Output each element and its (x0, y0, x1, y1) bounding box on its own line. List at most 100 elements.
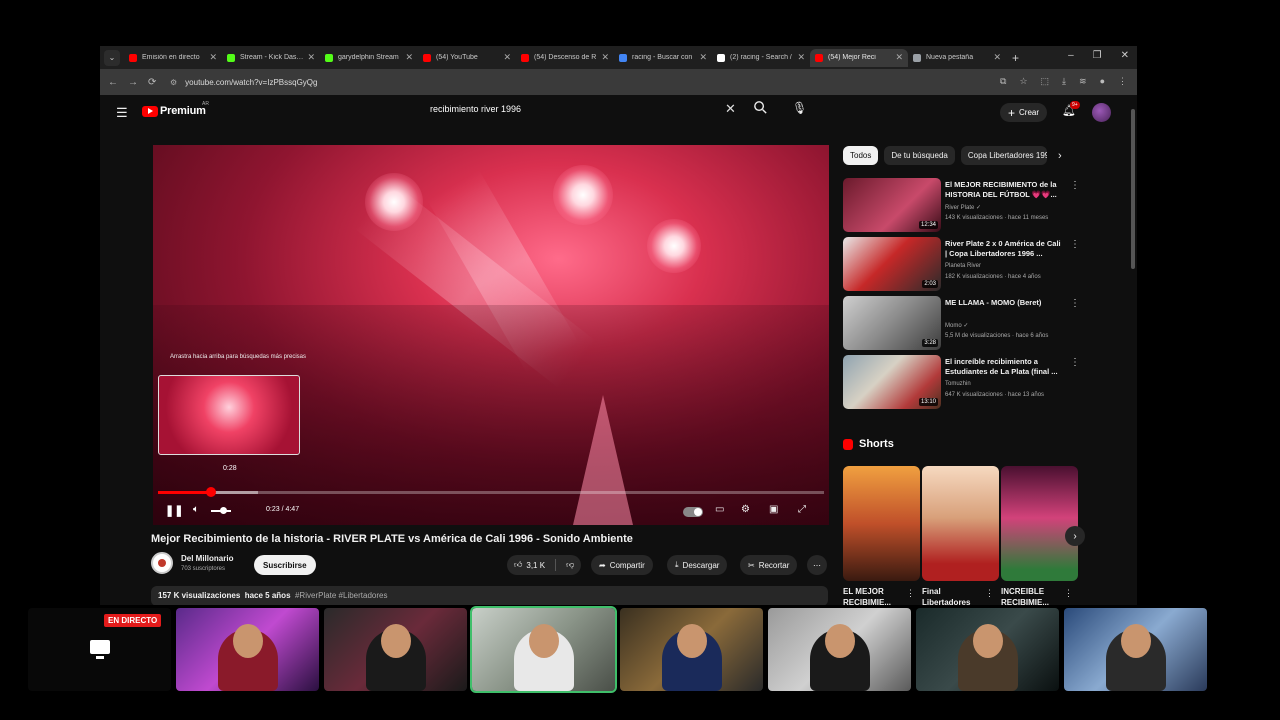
participant-camera[interactable] (324, 608, 467, 691)
more-options-icon[interactable]: ⋮ (1070, 357, 1080, 368)
more-options-icon[interactable]: ⋮ (1070, 298, 1080, 309)
url-field[interactable]: youtube.com/watch?v=IzPBssqGyQg (185, 78, 317, 87)
minimize-icon[interactable]: – (1068, 50, 1074, 61)
description-box[interactable]: 157 K visualizaciones hace 5 años #River… (151, 586, 828, 605)
more-options-icon[interactable]: ⋮ (906, 588, 915, 599)
chip-all[interactable]: Todos (843, 146, 879, 165)
recommendation-item[interactable]: 3:28 ME LLAMA - MOMO (Beret) Momo ✓ 5,5 … (843, 296, 1080, 352)
download-icon[interactable]: ⤓ (1062, 76, 1066, 87)
search-icon[interactable] (752, 99, 769, 116)
close-tab-icon[interactable]: ✕ (601, 52, 609, 63)
create-button[interactable]: + Crear (1000, 103, 1048, 122)
back-icon[interactable]: ← (108, 77, 128, 88)
chevron-right-icon[interactable]: › (1058, 150, 1062, 162)
extensions-icon[interactable]: ⬚ (1041, 76, 1050, 87)
video-player[interactable]: Arrastra hacia arriba para búsquedas más… (153, 145, 829, 525)
recommendation-item[interactable]: 13:10 El increíble recibimiento a Estudi… (843, 355, 1080, 411)
user-avatar[interactable] (1092, 103, 1111, 122)
miniplayer-icon[interactable]: ▣ (769, 504, 778, 515)
tab-search-button[interactable]: ⌄ (104, 49, 120, 66)
like-button[interactable]: 👍︎ 3,1 K 👎︎ (507, 555, 582, 575)
download-button[interactable]: ⤓ Descargar (667, 555, 728, 575)
subscribe-button[interactable]: Suscribirse (254, 555, 316, 575)
short-thumbnail[interactable] (843, 466, 920, 581)
more-options-icon[interactable]: ⋮ (985, 588, 994, 599)
browser-tab[interactable]: Stream - Kick Dashb ✕ (222, 49, 320, 67)
close-tab-icon[interactable]: ✕ (699, 52, 707, 63)
browser-tab[interactable]: Emisión en directo ✕ (124, 49, 222, 67)
reload-icon[interactable]: ⟳ (148, 77, 168, 88)
browser-tab[interactable]: garydelphin Stream ✕ (320, 49, 418, 67)
more-options-icon[interactable]: ⋮ (1064, 588, 1073, 599)
close-tab-icon[interactable]: ✕ (503, 52, 511, 63)
site-info-icon[interactable]: ⚙ (170, 78, 177, 87)
participant-camera[interactable] (916, 608, 1059, 691)
recommendation-item[interactable]: 2:03 River Plate 2 x 0 América de Cali |… (843, 237, 1080, 293)
hashtags[interactable]: #RiverPlate #Libertadores (295, 591, 388, 600)
browser-tab[interactable]: (54) Descenso de R ✕ (516, 49, 614, 67)
autoplay-toggle[interactable] (683, 507, 703, 517)
participant-camera[interactable] (768, 608, 911, 691)
close-tab-icon[interactable]: ✕ (895, 52, 903, 63)
shorts-next-button[interactable]: › (1065, 526, 1085, 546)
volume-icon[interactable]: 🔈︎ (193, 504, 199, 515)
progress-bar[interactable] (158, 487, 824, 497)
short-title[interactable]: Final Libertadores (922, 586, 982, 605)
scissors-icon: ✂ (748, 560, 755, 570)
menu-icon[interactable]: ⋮ (1118, 76, 1127, 87)
profile-icon[interactable]: ● (1100, 76, 1105, 87)
browser-tab[interactable]: (2) racing - Search / ✕ (712, 49, 810, 67)
forward-icon[interactable]: → (128, 77, 148, 88)
volume-slider[interactable] (211, 507, 231, 514)
youtube-logo[interactable]: Premium AR (142, 101, 209, 117)
channel-name[interactable]: Del Millonario (181, 554, 233, 563)
chip-libertadores[interactable]: Copa Libertadores 1996 (960, 146, 1047, 165)
participant-camera[interactable] (176, 608, 319, 691)
channel-avatar[interactable] (151, 552, 173, 574)
restore-icon[interactable]: ❐ (1093, 50, 1102, 61)
install-icon[interactable]: ⧉ (1000, 76, 1006, 87)
close-tab-icon[interactable]: ✕ (797, 52, 805, 63)
settings-icon[interactable]: ⚙ (741, 504, 750, 515)
clear-search-icon[interactable]: ✕ (725, 101, 736, 117)
close-tab-icon[interactable]: ✕ (405, 52, 413, 63)
microphone-icon[interactable]: 🎙︎ (792, 101, 807, 115)
participant-camera[interactable] (470, 606, 617, 693)
browser-tab[interactable]: (54) YouTube ✕ (418, 49, 516, 67)
screen-share-tile[interactable]: EN DIRECTO (28, 608, 171, 691)
chip-from-search[interactable]: De tu búsqueda (884, 146, 955, 165)
short-title[interactable]: INCREIBLE RECIBIMIE... (1001, 586, 1061, 605)
tab-favicon-icon (815, 53, 823, 62)
player-controls: ❚❚ 🔈︎ 0:23 / 4:47 ▭ ⚙ ▣ ⤢ (153, 501, 829, 521)
browser-tab[interactable]: racing - Buscar con ✕ (614, 49, 712, 67)
more-actions-button[interactable]: ⋯ (807, 555, 827, 575)
pause-icon[interactable]: ❚❚ (165, 504, 183, 517)
scrollbar-thumb[interactable] (1131, 109, 1135, 269)
recommendation-item[interactable]: 12:34 El MEJOR RECIBIMIENTO de la HISTOR… (843, 178, 1080, 234)
short-title[interactable]: EL MEJOR RECIBIMIE... (843, 586, 903, 605)
clip-button[interactable]: ✂ Recortar (740, 555, 798, 575)
browser-tab[interactable]: Nueva pestaña ✕ (908, 49, 1006, 67)
participant-camera[interactable] (620, 608, 763, 691)
browser-tab[interactable]: (54) Mejor Reci ✕ (810, 48, 908, 67)
bookmark-star-icon[interactable]: ☆ (1019, 76, 1027, 87)
fullscreen-icon[interactable]: ⤢ (798, 504, 806, 515)
close-tab-icon[interactable]: ✕ (993, 52, 1001, 63)
participant-camera[interactable] (1064, 608, 1207, 691)
short-thumbnail[interactable] (1001, 466, 1078, 581)
close-tab-icon[interactable]: ✕ (307, 52, 315, 63)
subtitles-icon[interactable]: ▭ (715, 504, 724, 515)
page-scrollbar[interactable] (1129, 101, 1137, 605)
cast-icon[interactable]: ≋ (1079, 76, 1087, 87)
close-window-icon[interactable]: ✕ (1121, 50, 1129, 61)
close-tab-icon[interactable]: ✕ (209, 52, 217, 63)
participant-head (824, 624, 855, 658)
thumbs-down-icon[interactable]: 👎︎ (566, 560, 574, 570)
more-options-icon[interactable]: ⋮ (1070, 239, 1080, 250)
short-thumbnail[interactable] (922, 466, 999, 581)
hamburger-menu-icon[interactable]: ☰ (116, 105, 128, 121)
new-tab-button[interactable]: + (1012, 51, 1026, 65)
search-input[interactable]: recibimiento river 1996 (430, 104, 521, 114)
share-button[interactable]: ➦ Compartir (591, 555, 653, 575)
more-options-icon[interactable]: ⋮ (1070, 180, 1080, 191)
